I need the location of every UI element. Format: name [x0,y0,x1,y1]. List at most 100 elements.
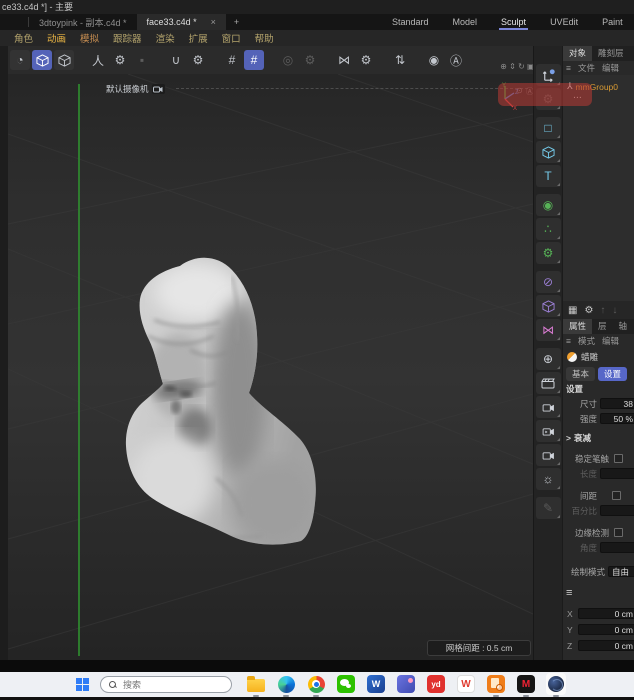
search-input[interactable] [121,678,211,691]
tab-attributes[interactable]: 属性 [563,319,593,334]
mirror-settings-icon[interactable]: ⚙ [356,50,376,70]
file-explorer-icon[interactable] [246,674,266,697]
tab-objects[interactable]: 对象 [563,46,593,61]
rect-select-icon[interactable]: □ [535,117,561,139]
joint-tool-icon[interactable]: 人 [88,50,108,70]
layout-paint[interactable]: Paint [602,17,623,27]
brush-arc-icon[interactable]: ◔ [10,50,30,70]
pencil-disabled-icon[interactable]: ✎ [535,497,561,519]
edge-detect-checkbox[interactable] [614,528,623,537]
layout-uvedit[interactable]: UVEdit [550,17,578,27]
teams-icon[interactable] [396,674,416,694]
attr-menu-edit[interactable]: 编辑 [602,335,619,347]
mail-master-icon[interactable]: M [516,674,536,697]
percent-input[interactable] [600,505,634,516]
cube-primitive-icon[interactable] [535,141,561,163]
text-tool-icon[interactable]: T [535,165,561,187]
light-icon[interactable]: ☼ [535,468,561,490]
chrome-icon[interactable] [306,674,326,697]
coord-y-input[interactable]: 0 cm [578,624,634,635]
panel-grip[interactable]: ≡ [563,587,634,599]
strength-input[interactable]: 50 % [600,413,634,424]
menu-simulate[interactable]: 模拟 [80,31,99,45]
angle-input[interactable] [600,542,634,553]
camera-alt-icon[interactable] [535,444,561,466]
field-plane-icon[interactable]: ⋈ [535,319,561,341]
size-input[interactable]: 38 [600,398,634,409]
steady-stroke-checkbox[interactable] [614,454,623,463]
doc-viewer-icon[interactable] [486,674,506,697]
layout-standard[interactable]: Standard [392,17,429,27]
camera-icon[interactable] [535,396,561,418]
layout-sculpt[interactable]: Sculpt [499,17,529,30]
menu-extensions[interactable]: 扩展 [189,31,208,45]
grid-snap-icon[interactable]: # [244,50,264,70]
generator-gear-icon[interactable]: ⚙ [535,242,561,264]
exchange-tool-icon[interactable]: ⇅ [390,50,410,70]
rings-tool-icon[interactable]: ◎ [278,50,298,70]
settings-gear-icon[interactable]: ⚙ [584,305,593,316]
environment-globe-icon[interactable]: ⊕ [535,348,561,370]
viewport-canvas[interactable]: 默认摄像机 ⊙ Ⓐ Y Z X [8,74,533,660]
menu-file[interactable]: 文件 [578,62,595,74]
pan-icon[interactable]: ⊕ [500,62,507,72]
section-falloff[interactable]: > 衰减 [563,431,634,445]
menu-help[interactable]: 帮助 [255,31,274,45]
orbit-icon[interactable]: ↻ [518,62,525,72]
nav-back-icon[interactable]: ↑ [600,305,605,316]
square-tool-icon[interactable]: ▪ [132,50,152,70]
taskbar-search[interactable] [100,676,232,693]
spline-circle-icon[interactable]: ◉ [535,194,561,216]
metaball-icon[interactable]: ∴ [535,218,561,240]
wechat-icon[interactable] [336,674,356,694]
cube-mode-icon[interactable] [32,50,52,70]
menu-edit[interactable]: 编辑 [602,62,619,74]
mirror-tool-icon[interactable]: ⋈ [334,50,354,70]
menu-tracker[interactable]: 跟踪器 [113,31,142,45]
sculpt-model[interactable] [120,240,350,580]
rings-settings-icon[interactable]: ⚙ [300,50,320,70]
drawmode-select[interactable]: 自由 [608,566,634,577]
cinema4d-icon[interactable] [546,673,566,697]
tab-settings[interactable]: 设置 [598,366,628,381]
menu-render[interactable]: 渲染 [156,31,175,45]
tab-sculpt-layers[interactable]: 雕刻层 [592,46,630,61]
panel-menu-icon[interactable]: ≡ [566,63,571,73]
hex-a-icon[interactable]: Ⓐ [446,50,466,70]
camera-play-icon[interactable] [535,420,561,442]
menu-animation[interactable]: 动画 [47,31,66,45]
menu-window[interactable]: 窗口 [222,31,241,45]
coord-x-input[interactable]: 0 cm [578,608,634,619]
wps-icon[interactable]: W [456,674,476,694]
deformer-cube-icon[interactable] [535,295,561,317]
nav-forward-icon[interactable]: ↓ [612,305,617,316]
coord-z-input[interactable]: 0 cm [578,640,634,651]
attr-menu-icon[interactable]: ≡ [566,336,571,346]
layout-model[interactable]: Model [453,17,478,27]
youdao-icon[interactable]: yd [426,674,446,694]
camera-label[interactable]: 默认摄像机 [106,83,165,95]
tab-face33[interactable]: face33.c4d * × [136,14,226,30]
tab-basic[interactable]: 基本 [566,366,596,381]
edge-icon[interactable] [276,674,296,697]
magnet-tool-icon[interactable]: ∪ [166,50,186,70]
new-tab-button[interactable]: + [226,14,247,30]
dolly-icon[interactable]: ⇕ [509,62,516,72]
windows-start-button[interactable] [76,678,89,691]
grid4-icon[interactable]: ▦ [568,305,577,316]
spacing-checkbox[interactable] [612,491,621,500]
word-icon[interactable]: W [366,674,386,694]
tab-3dtoypink[interactable]: 3dtoypink - 副本.c4d * [29,14,137,30]
magnet-settings-icon[interactable]: ⚙ [188,50,208,70]
tab-layer[interactable]: 层 [592,319,613,334]
hex-dot-icon[interactable]: ◉ [424,50,444,70]
joint-settings-icon[interactable]: ⚙ [110,50,130,70]
length-input[interactable] [600,468,634,479]
cube-select-icon[interactable] [54,50,74,70]
grid-tool-icon[interactable]: # [222,50,242,70]
tab-axis[interactable]: 轴 [613,319,634,334]
stage-clapper-icon[interactable] [535,372,561,394]
attr-menu-mode[interactable]: 模式 [578,335,595,347]
spline-mask-icon[interactable]: ⊘ [535,271,561,293]
tab-close-icon[interactable]: × [211,17,216,27]
